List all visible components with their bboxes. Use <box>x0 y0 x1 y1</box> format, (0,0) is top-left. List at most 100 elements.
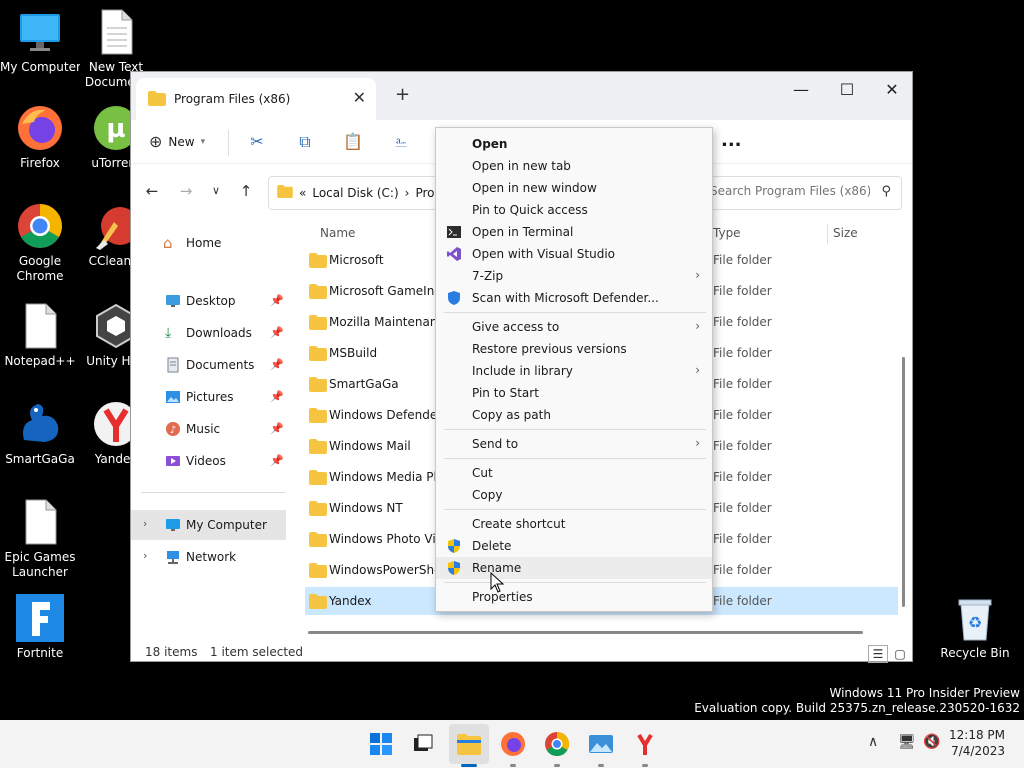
back-arrow-icon[interactable]: ← <box>142 182 162 200</box>
task-view-icon[interactable] <box>408 729 438 759</box>
menu-item-cut[interactable]: Cut <box>436 462 712 484</box>
recent-chevron-icon[interactable]: ∨ <box>206 184 226 197</box>
chevron-right-icon[interactable]: › <box>143 549 147 562</box>
pin-icon[interactable]: 📌 <box>270 326 284 339</box>
menu-item-7-zip[interactable]: 7-Zip › <box>436 265 712 287</box>
folder-icon <box>309 377 327 395</box>
menu-item-open-with-visual-studio[interactable]: Open with Visual Studio <box>436 243 712 265</box>
pin-icon[interactable]: 📌 <box>270 390 284 403</box>
copy-icon[interactable]: ⧉ <box>293 130 317 154</box>
up-arrow-icon[interactable]: ↑ <box>236 182 256 200</box>
chevron-right-icon: › <box>695 268 700 282</box>
nav-item-my-computer[interactable]: › My Computer <box>131 510 286 540</box>
nav-item-network[interactable]: › Network <box>131 542 286 572</box>
tab-program-files[interactable]: Program Files (x86) ✕ <box>136 78 376 120</box>
firefox-icon[interactable] <box>498 729 528 759</box>
recycle-bin-icon: ♻ <box>951 594 999 642</box>
chevron-right-icon[interactable]: › <box>143 517 147 530</box>
nav-item-desktop[interactable]: Desktop 📌 <box>131 286 286 316</box>
menu-item-delete[interactable]: Delete <box>436 535 712 557</box>
pin-icon[interactable]: 📌 <box>270 422 284 435</box>
column-divider[interactable] <box>827 224 828 244</box>
nav-item-music[interactable]: ♪ Music 📌 <box>131 414 286 444</box>
nav-item-videos[interactable]: Videos 📌 <box>131 446 286 476</box>
address-bar[interactable]: « Local Disk (C:) › Prog <box>268 176 458 210</box>
desktop-icon-chrome[interactable]: Google Chrome <box>0 202 80 284</box>
column-header-name[interactable]: Name <box>320 226 355 240</box>
fortnite-icon <box>16 594 64 642</box>
menu-item-pin-to-start[interactable]: Pin to Start <box>436 382 712 404</box>
menu-item-give-access-to[interactable]: Give access to › <box>436 316 712 338</box>
nav-item-label: Pictures <box>186 390 234 404</box>
file-explorer-icon[interactable] <box>449 724 489 764</box>
close-tab-icon[interactable]: ✕ <box>353 88 366 107</box>
horizontal-scrollbar[interactable] <box>308 631 863 634</box>
nav-item-pictures[interactable]: Pictures 📌 <box>131 382 286 412</box>
menu-item-create-shortcut[interactable]: Create shortcut <box>436 513 712 535</box>
breadcrumb-local-disk[interactable]: Local Disk (C:) <box>312 186 398 200</box>
new-button[interactable]: ⊕ New ▾ <box>149 132 205 151</box>
folder-icon <box>148 91 166 109</box>
start-icon[interactable] <box>366 729 396 759</box>
thumbnail-view-icon[interactable]: ▢ <box>890 645 910 663</box>
pin-icon[interactable]: 📌 <box>270 294 284 307</box>
system-clock[interactable]: 12:18 PM 7/4/2023 <box>949 727 1005 759</box>
maximize-button[interactable]: ☐ <box>824 80 870 99</box>
desktop-icon-notepad-plus-plus[interactable]: Notepad++ <box>0 302 80 369</box>
cut-icon[interactable]: ✂ <box>245 130 269 154</box>
menu-item-open-in-new-window[interactable]: Open in new window <box>436 177 712 199</box>
pin-icon[interactable]: 📌 <box>270 454 284 467</box>
network-status-icon[interactable]: 🖥 <box>898 734 916 750</box>
menu-item-open-in-new-tab[interactable]: Open in new tab <box>436 155 712 177</box>
nav-item-downloads[interactable]: ⤓ Downloads 📌 <box>131 318 286 348</box>
menu-separator <box>444 582 706 583</box>
folder-icon <box>309 532 327 550</box>
menu-item-copy[interactable]: Copy <box>436 484 712 506</box>
show-hidden-icons-chevron-icon[interactable]: ∧ <box>868 734 878 750</box>
close-window-button[interactable]: ✕ <box>869 80 915 99</box>
volume-muted-icon[interactable]: 🔇 <box>923 734 940 750</box>
menu-item-send-to[interactable]: Send to › <box>436 433 712 455</box>
forward-arrow-icon[interactable]: → <box>176 182 196 200</box>
nav-item-home[interactable]: ⌂ Home <box>131 228 286 258</box>
desktop-icon-smartgaga[interactable]: SmartGaGa <box>0 400 80 467</box>
new-tab-button[interactable]: + <box>395 84 410 105</box>
menu-item-properties[interactable]: Properties <box>436 586 712 608</box>
breadcrumb-overflow[interactable]: « <box>299 186 306 200</box>
nav-item-documents[interactable]: Documents 📌 <box>131 350 286 380</box>
column-header-size[interactable]: Size <box>833 226 858 240</box>
rename-icon[interactable]: ⎁ <box>389 130 413 154</box>
menu-item-label: Open in Terminal <box>472 225 574 239</box>
yandex-icon[interactable] <box>630 729 660 759</box>
desktop-icon-epic-games[interactable]: Epic Games Launcher <box>0 498 80 580</box>
paste-icon[interactable]: 📋 <box>341 130 365 154</box>
desktop-icon-my-computer[interactable]: My Computer <box>0 8 80 75</box>
desktop-icon-fortnite[interactable]: Fortnite <box>0 594 80 661</box>
menu-item-open[interactable]: Open <box>436 133 712 155</box>
breadcrumb-separator[interactable]: › <box>405 186 410 200</box>
minimize-button[interactable]: — <box>778 80 824 99</box>
menu-item-restore-previous-versions[interactable]: Restore previous versions <box>436 338 712 360</box>
menu-item-scan-with-microsoft-defender[interactable]: Scan with Microsoft Defender... <box>436 287 712 309</box>
search-input[interactable] <box>710 184 870 198</box>
more-options-button[interactable]: ... <box>721 130 742 151</box>
menu-item-open-in-terminal[interactable]: Open in Terminal <box>436 221 712 243</box>
menu-item-copy-as-path[interactable]: Copy as path <box>436 404 712 426</box>
pin-icon[interactable]: 📌 <box>270 358 284 371</box>
photos-icon[interactable] <box>586 729 616 759</box>
vertical-scrollbar[interactable] <box>902 357 905 607</box>
smartgaga-icon <box>16 400 64 448</box>
svg-text:µ: µ <box>106 114 125 144</box>
file-type: File folder <box>713 346 772 360</box>
chrome-icon[interactable] <box>542 729 572 759</box>
column-header-type[interactable]: Type <box>713 226 741 240</box>
menu-item-include-in-library[interactable]: Include in library › <box>436 360 712 382</box>
menu-item-label: Pin to Start <box>472 386 539 400</box>
details-view-icon[interactable]: ☰ <box>868 645 888 663</box>
menu-item-pin-to-quick-access[interactable]: Pin to Quick access <box>436 199 712 221</box>
search-box[interactable]: ⚲ <box>701 176 902 210</box>
desktop-icon-firefox[interactable]: Firefox <box>0 104 80 171</box>
menu-item-rename[interactable]: Rename <box>436 557 712 579</box>
desktop-icon-recycle-bin[interactable]: ♻ Recycle Bin <box>935 594 1015 661</box>
file-name: Windows Photo Viewer <box>329 532 437 546</box>
